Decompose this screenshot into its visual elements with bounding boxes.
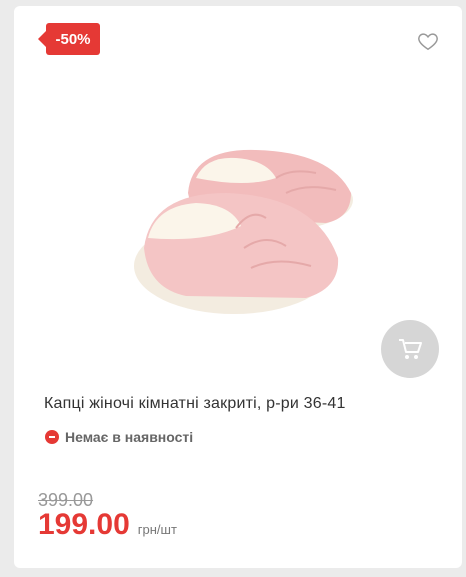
price-row: 199.00 грн/шт bbox=[38, 508, 177, 542]
product-image[interactable] bbox=[126, 138, 356, 323]
product-card[interactable]: -50% Капці жіночі кімнатні закриті, р-ри… bbox=[14, 6, 462, 568]
availability-text: Немає в наявності bbox=[65, 429, 194, 445]
price-unit: грн/шт bbox=[137, 522, 177, 537]
cart-icon bbox=[399, 339, 422, 359]
heart-icon[interactable] bbox=[417, 30, 439, 52]
add-to-cart-button[interactable] bbox=[381, 320, 439, 378]
product-title[interactable]: Капці жіночі кімнатні закриті, р-ри 36-4… bbox=[44, 395, 346, 413]
minus-circle-icon bbox=[45, 430, 59, 444]
availability-status: Немає в наявності bbox=[45, 429, 193, 445]
discount-badge: -50% bbox=[38, 23, 100, 55]
current-price: 199.00 bbox=[38, 508, 130, 541]
